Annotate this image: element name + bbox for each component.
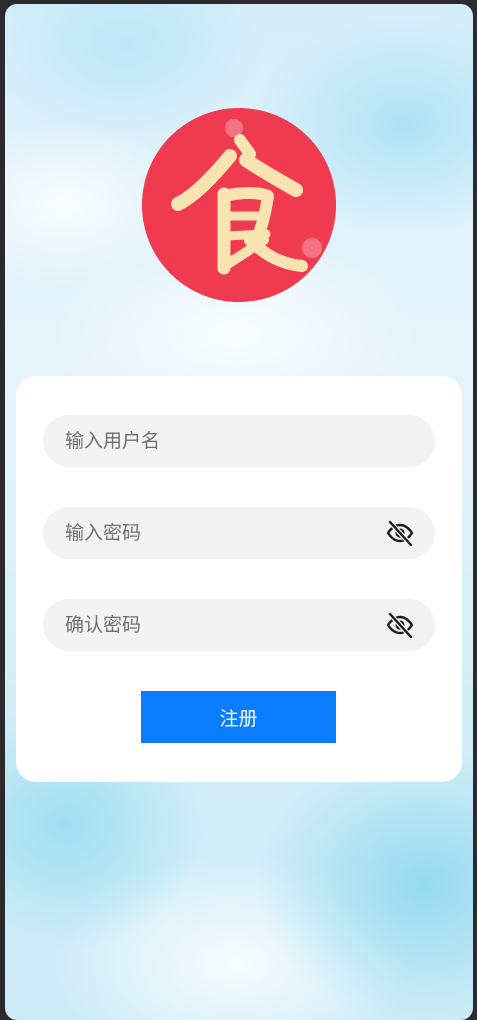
register-button[interactable]: 注册 [141, 691, 336, 743]
username-input[interactable] [43, 415, 365, 467]
password-input[interactable] [43, 507, 365, 559]
confirm-password-input[interactable] [43, 599, 365, 651]
device-frame: 注册 [0, 0, 477, 1020]
app-logo [142, 108, 336, 302]
eye-slash-icon[interactable] [385, 518, 415, 548]
logo-calligraphy-icon [142, 108, 336, 302]
register-form-card: 注册 [16, 376, 462, 782]
username-field [43, 415, 435, 467]
confirm-password-field [43, 599, 435, 651]
password-field [43, 507, 435, 559]
app-screen: 注册 [5, 4, 473, 1020]
eye-slash-icon[interactable] [385, 610, 415, 640]
